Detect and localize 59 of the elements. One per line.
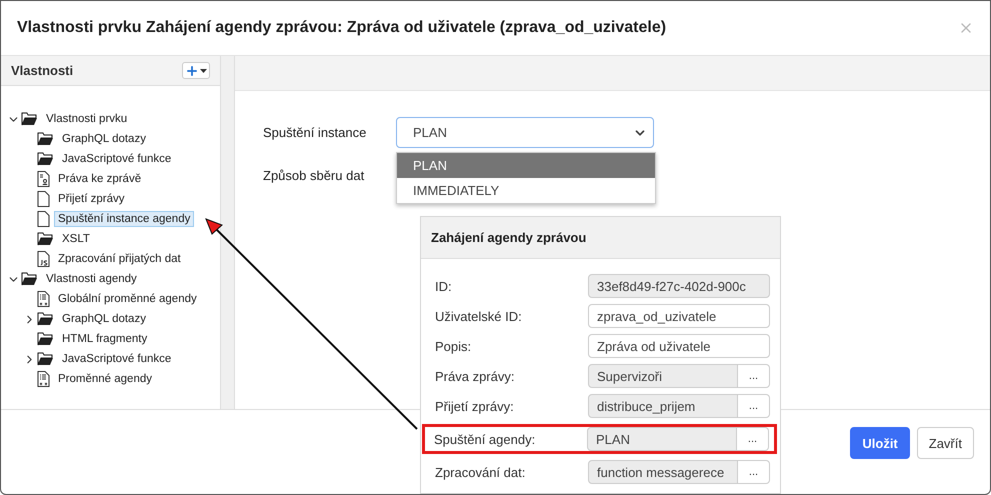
tree-item[interactable]: HTML fragmenty [58, 331, 152, 347]
browse-button[interactable]: ... [738, 460, 770, 484]
tree-item[interactable]: JavaScriptové funkce [58, 351, 176, 367]
input-field[interactable]: zprava_od_uzivatele [588, 304, 770, 328]
folder-icon [37, 352, 54, 366]
folder-icon [37, 132, 54, 146]
tree-item[interactable]: XSLT [58, 231, 94, 247]
plus-icon [185, 64, 199, 78]
script-file-icon [37, 251, 50, 267]
tree-item[interactable]: Přijetí zprávy [54, 191, 128, 207]
input-field[interactable]: distribuce_prijem [588, 394, 738, 418]
select-field[interactable]: PLAN [396, 117, 654, 148]
input-field[interactable]: Supervizoři [588, 364, 738, 388]
folder-icon [21, 272, 38, 286]
input-field[interactable]: Zpráva od uživatele [588, 334, 770, 358]
folder-icon [37, 152, 54, 166]
tree-item[interactable]: Vlastnosti agendy [42, 271, 141, 287]
dropdown-option[interactable]: PLAN [397, 153, 655, 178]
tree-item[interactable]: Práva ke zprávě [54, 171, 146, 187]
close-text-button[interactable]: Zavřít [916, 427, 974, 459]
field-label: Spuštění instance [263, 125, 368, 140]
variables-file-icon [37, 371, 50, 387]
save-button[interactable]: Uložit [850, 427, 910, 459]
folder-icon [21, 112, 38, 126]
field-label: Popis: [435, 338, 472, 354]
browse-button[interactable]: ... [737, 427, 769, 451]
input-field[interactable]: 33ef8d49-f27c-402d-900c [588, 274, 770, 298]
document-icon [37, 211, 50, 227]
tree-item[interactable]: Spuštění instance agendy [54, 211, 194, 227]
tree-item[interactable]: Globální proměnné agendy [54, 291, 201, 307]
document-icon [37, 191, 50, 207]
card-title: Zahájení agendy zprávou [421, 217, 780, 259]
browse-button[interactable]: ... [738, 394, 770, 418]
input-field[interactable]: function messagerece [588, 460, 738, 484]
field-label: Uživatelské ID: [435, 308, 523, 324]
folder-icon [37, 332, 54, 346]
panel-title: Vlastnosti [11, 63, 74, 78]
dialog-title: Vlastnosti prvku Zahájení agendy zprávou: Zpráva od uživatele (zprava_od_uzivatele) [17, 19, 666, 37]
folder-icon [37, 312, 54, 326]
field-label: Práva zprávy: [435, 368, 516, 384]
tree-item[interactable]: Proměnné agendy [54, 371, 156, 387]
caret-icon [200, 68, 207, 72]
dropdown-option[interactable]: IMMEDIATELY [397, 178, 655, 203]
field-label: ID: [435, 278, 453, 294]
variables-file-icon [37, 291, 50, 307]
input-field[interactable]: PLAN [587, 427, 737, 451]
tree-item[interactable]: Zpracování přijatých dat [54, 251, 185, 267]
add-menu-button[interactable] [182, 62, 210, 79]
field-label: Zpracování dat: [435, 464, 526, 480]
field-label: Způsob sběru dat [263, 168, 366, 183]
folder-icon [37, 232, 54, 246]
tree-item[interactable]: JavaScriptové funkce [58, 151, 176, 167]
document-person-icon [37, 171, 50, 187]
browse-button[interactable]: ... [738, 364, 770, 388]
tree-item[interactable]: Vlastnosti prvku [42, 111, 132, 127]
field-label: Spuštění agendy: [434, 432, 536, 446]
tree-item[interactable]: GraphQL dotazy [58, 131, 150, 147]
field-label: Přijetí zprávy: [435, 398, 515, 414]
tree-item[interactable]: GraphQL dotazy [58, 311, 150, 327]
